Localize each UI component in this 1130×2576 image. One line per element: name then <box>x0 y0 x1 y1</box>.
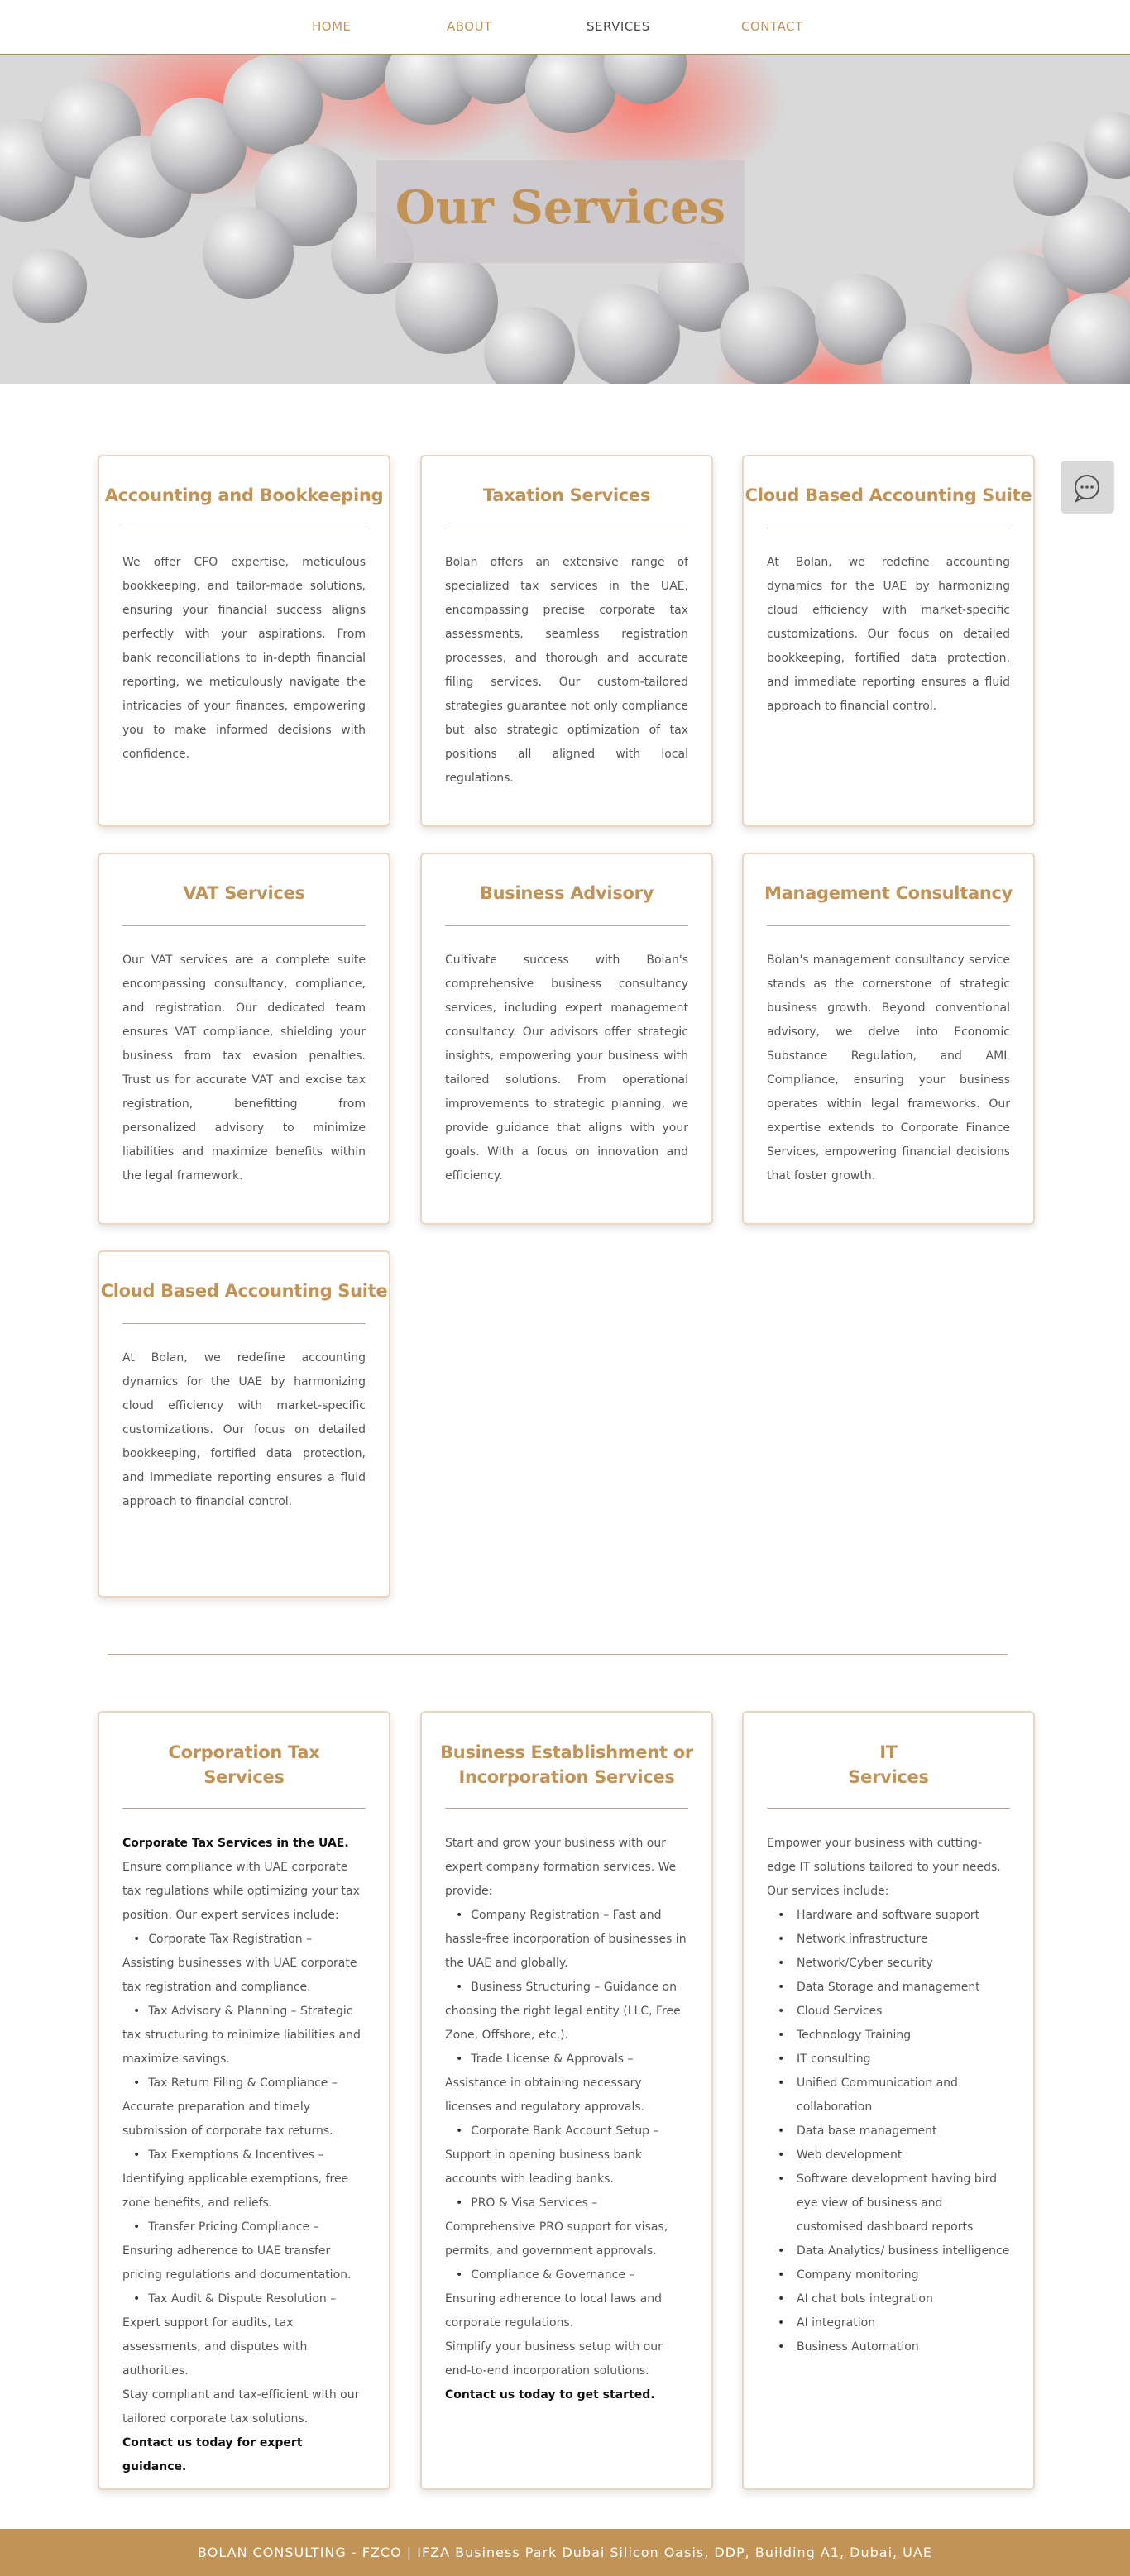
list-item: Business Structuring – Guidance on choos… <box>445 1976 688 2048</box>
list-item: Business Automation <box>767 2335 1010 2359</box>
footer: BOLAN CONSULTING - FZCO | IFZA Business … <box>0 2529 1130 2576</box>
card-divider <box>122 925 366 926</box>
card-divider <box>767 1808 1010 1809</box>
card-divider <box>767 925 1010 926</box>
corporation-tax-title: Corporation Tax Services <box>99 1740 389 1790</box>
corporation-tax-body: Corporate Tax Services in the UAE. Ensur… <box>122 1832 366 2479</box>
service-card-title: Business Advisory <box>479 883 654 903</box>
business-establishment-outro: Simplify your business setup with our en… <box>445 2340 663 2378</box>
service-card-title: Management Consultancy <box>764 883 1013 903</box>
nav-contact-link[interactable]: CONTACT <box>741 19 803 34</box>
service-card-cloud-accounting: Cloud Based Accounting Suite At Bolan, w… <box>742 455 1035 827</box>
service-card-text: At Bolan, we redefine accounting dynamic… <box>767 556 1010 713</box>
service-card-management-consultancy: Management Consultancy Bolan's managemen… <box>742 853 1035 1225</box>
service-card-title: Cloud Based Accounting Suite <box>745 485 1032 505</box>
service-card-text: Cultivate success with Bolan's comprehen… <box>445 953 688 1183</box>
list-item: Unified Communication and collaboration <box>767 2072 1010 2120</box>
card-divider <box>122 1323 366 1324</box>
it-services-card: IT Services Empower your business with c… <box>742 1711 1035 2490</box>
list-item: Company monitoring <box>767 2263 1010 2287</box>
nav-home-link[interactable]: HOME <box>312 19 352 34</box>
list-item: Tax Exemptions & Incentives – Identifyin… <box>122 2143 366 2215</box>
list-item: Corporate Tax Registration – Assisting b… <box>122 1928 366 2000</box>
service-card-taxation: Taxation Services Bolan offers an extens… <box>420 455 713 827</box>
list-item: AI integration <box>767 2311 1010 2335</box>
list-item: Corporate Bank Account Setup – Support i… <box>445 2120 688 2191</box>
title-line-2: Services <box>203 1767 285 1787</box>
card-divider <box>445 925 688 926</box>
list-item: Tax Return Filing & Compliance – Accurat… <box>122 2072 366 2143</box>
title-line-1: Business Establishment or <box>440 1742 693 1762</box>
service-card-title: Taxation Services <box>482 485 651 505</box>
service-card-text: Our VAT services are a complete suite en… <box>122 953 366 1183</box>
list-item: Network infrastructure <box>767 1928 1010 1952</box>
hero-banner: Our Services <box>0 55 1130 384</box>
it-services-intro: Empower your business with cutting-edge … <box>767 1837 1001 1898</box>
service-card-title: Accounting and Bookkeeping <box>104 485 384 505</box>
title-line-1: Corporation Tax <box>168 1742 320 1762</box>
corporation-tax-intro: Ensure compliance with UAE corporate tax… <box>122 1861 360 1922</box>
service-card-text: Bolan offers an extensive range of speci… <box>445 556 688 785</box>
nav-about-link[interactable]: ABOUT <box>447 19 492 34</box>
title-line-2: Incorporation Services <box>458 1767 675 1787</box>
business-establishment-body: Start and grow your business with our ex… <box>445 1832 688 2407</box>
corporation-tax-card: Corporation Tax Services Corporate Tax S… <box>98 1711 390 2490</box>
business-establishment-title: Business Establishment or Incorporation … <box>422 1740 711 1790</box>
business-establishment-card: Business Establishment or Incorporation … <box>420 1711 713 2490</box>
card-divider <box>122 1808 366 1809</box>
list-item: PRO & Visa Services – Comprehensive PRO … <box>445 2191 688 2263</box>
list-item: Compliance & Governance – Ensuring adher… <box>445 2263 688 2335</box>
corporation-tax-outro: Stay compliant and tax-efficient with ou… <box>122 2388 360 2425</box>
page-title: Our Services <box>395 180 726 235</box>
it-services-body: Empower your business with cutting-edge … <box>767 1832 1010 2359</box>
list-item: Data Analytics/ business intelligence <box>767 2239 1010 2263</box>
card-divider <box>445 1808 688 1809</box>
list-item: Company Registration – Fast and hassle-f… <box>445 1904 688 1976</box>
service-card-business-advisory: Business Advisory Cultivate success with… <box>420 853 713 1225</box>
business-establishment-cta: Contact us today to get started. <box>445 2388 655 2402</box>
list-item: Web development <box>767 2143 1010 2167</box>
list-item: Tax Advisory & Planning – Strategic tax … <box>122 2000 366 2072</box>
corporation-tax-cta: Contact us today for expert guidance. <box>122 2436 303 2473</box>
nav-services-link[interactable]: SERVICES <box>587 19 650 34</box>
list-item: Hardware and software support <box>767 1904 1010 1928</box>
service-card-cloud-accounting-2: Cloud Based Accounting Suite At Bolan, w… <box>98 1250 390 1598</box>
list-item: Transfer Pricing Compliance – Ensuring a… <box>122 2215 366 2287</box>
list-item: Network/Cyber security <box>767 1952 1010 1976</box>
service-card-text: We offer CFO expertise, meticulous bookk… <box>122 556 366 761</box>
title-line-2: Services <box>848 1767 929 1787</box>
list-item: Cloud Services <box>767 2000 1010 2024</box>
title-line-1: IT <box>879 1742 898 1762</box>
footer-address: BOLAN CONSULTING - FZCO | IFZA Business … <box>198 2545 932 2560</box>
service-card-text: At Bolan, we redefine accounting dynamic… <box>122 1351 366 1508</box>
list-item: AI chat bots integration <box>767 2287 1010 2311</box>
top-navigation: HOME ABOUT SERVICES CONTACT <box>0 0 1130 55</box>
chat-button[interactable] <box>1061 461 1114 514</box>
service-card-title: Cloud Based Accounting Suite <box>100 1281 388 1301</box>
list-item: Tax Audit & Dispute Resolution – Expert … <box>122 2287 366 2383</box>
list-item: IT consulting <box>767 2048 1010 2072</box>
service-card-title: VAT Services <box>183 883 305 903</box>
service-card-accounting: Accounting and Bookkeeping We offer CFO … <box>98 455 390 827</box>
service-card-text: Bolan's management consultancy service s… <box>767 953 1010 1183</box>
list-item: Software development having bird eye vie… <box>767 2167 1010 2239</box>
it-services-title: IT Services <box>744 1740 1033 1790</box>
list-item: Data Storage and management <box>767 1976 1010 2000</box>
list-item: Trade License & Approvals – Assistance i… <box>445 2048 688 2120</box>
list-item: Data base management <box>767 2120 1010 2143</box>
chat-bubble-icon <box>1075 475 1099 504</box>
list-item: Technology Training <box>767 2024 1010 2048</box>
business-establishment-intro: Start and grow your business with our ex… <box>445 1837 677 1898</box>
service-card-vat: VAT Services Our VAT services are a comp… <box>98 853 390 1225</box>
section-divider <box>108 1654 1008 1655</box>
corporation-tax-heading: Corporate Tax Services in the UAE. <box>122 1837 349 1850</box>
